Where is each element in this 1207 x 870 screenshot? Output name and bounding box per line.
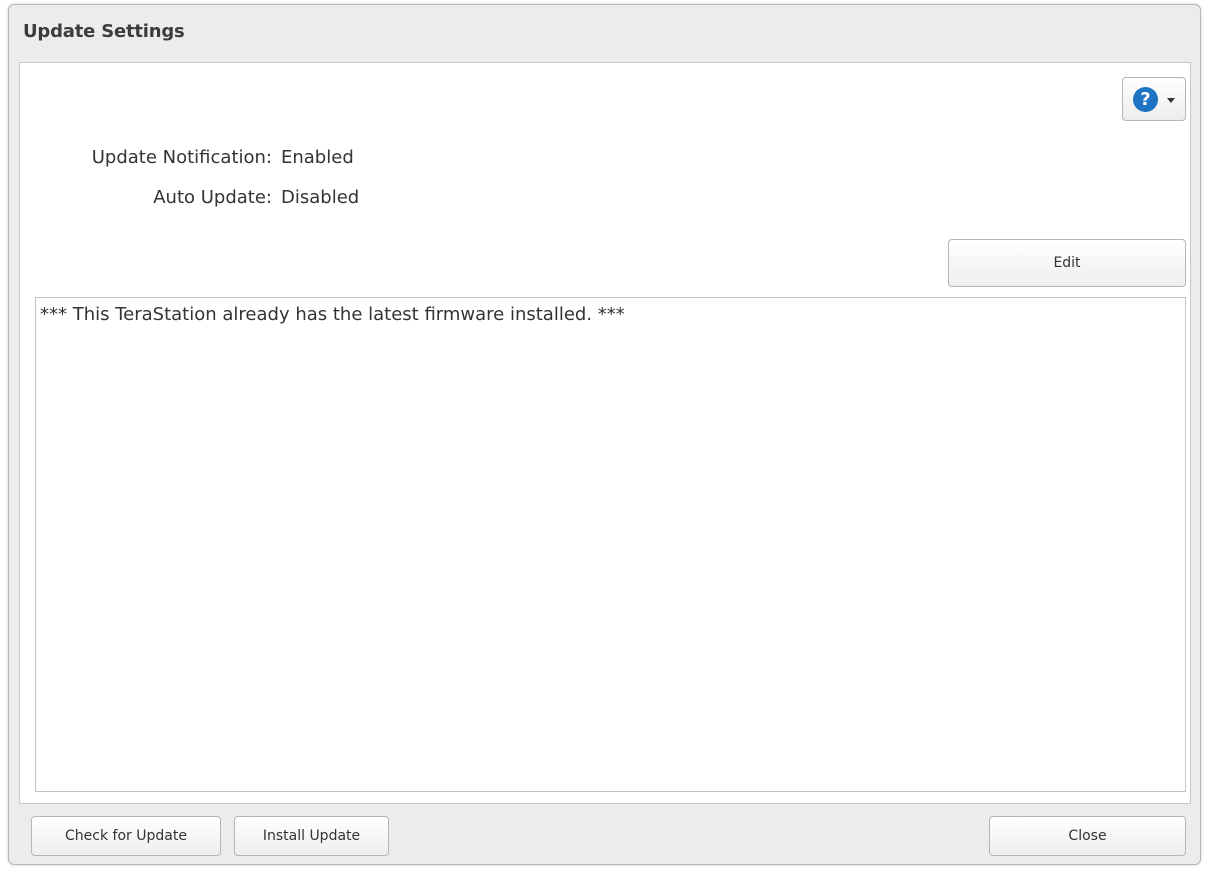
update-notification-row: Update Notification: Enabled [20,147,354,168]
help-icon: ? [1133,87,1158,112]
auto-update-value: Disabled [281,187,360,208]
update-log-textarea[interactable]: *** This TeraStation already has the lat… [35,297,1186,792]
edit-button[interactable]: Edit [948,239,1186,287]
update-log-message: *** This TeraStation already has the lat… [40,304,625,325]
close-button[interactable]: Close [989,816,1186,856]
check-for-update-button[interactable]: Check for Update [31,816,221,856]
auto-update-row: Auto Update: Disabled [20,187,359,208]
auto-update-label: Auto Update: [153,187,272,208]
update-settings-dialog: Update Settings ? Update Notification: En… [8,4,1201,865]
install-update-button[interactable]: Install Update [234,816,389,856]
chevron-down-icon [1167,98,1175,103]
content-panel: ? Update Notification: Enabled Auto Updat… [19,62,1191,804]
update-notification-value: Enabled [281,147,354,168]
help-menu-button[interactable]: ? [1122,77,1186,121]
update-notification-label: Update Notification: [91,147,272,168]
dialog-title: Update Settings [23,21,185,42]
